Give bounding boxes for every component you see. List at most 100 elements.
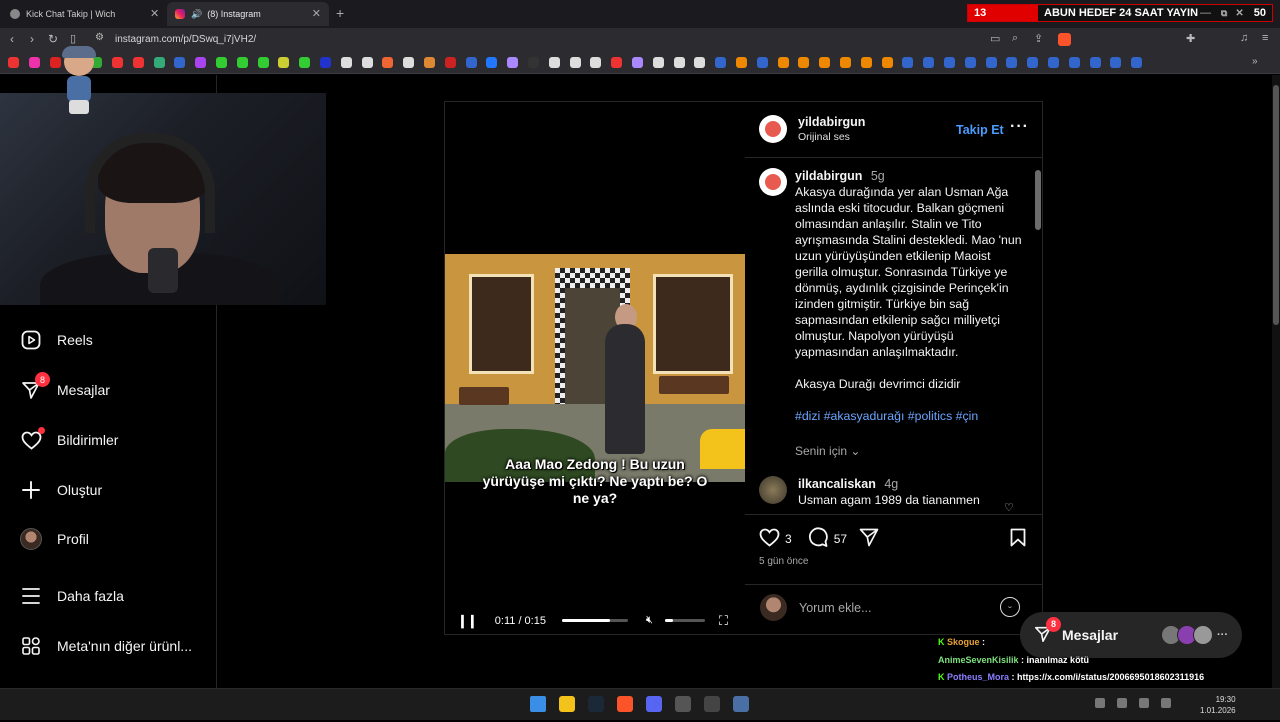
- audio-label[interactable]: Orijinal ses: [798, 131, 850, 143]
- tab-kick-chat[interactable]: Kick Chat Takip | Wich: [2, 2, 167, 26]
- bookmark-icon[interactable]: ▯: [70, 32, 76, 45]
- battery-icon[interactable]: [1161, 698, 1171, 708]
- close-icon[interactable]: ✕: [1235, 8, 1243, 19]
- like-icon[interactable]: [759, 528, 780, 550]
- sidebar-item-profile[interactable]: Profil: [20, 528, 89, 550]
- pause-icon[interactable]: ❙❙: [457, 613, 478, 629]
- discord-icon[interactable]: [646, 696, 662, 712]
- bookmark-favicon-icon[interactable]: [548, 57, 560, 68]
- page-scrollbar[interactable]: [1272, 75, 1280, 688]
- bookmark-favicon-icon[interactable]: [299, 57, 311, 68]
- bookmark-favicon-icon[interactable]: [590, 57, 602, 68]
- zoom-icon[interactable]: ⌕: [1012, 32, 1018, 45]
- bookmark-favicon-icon[interactable]: [216, 57, 227, 68]
- bookmark-favicon-icon[interactable]: [694, 57, 706, 68]
- sidebar-item-notifications[interactable]: Bildirimler: [20, 427, 118, 451]
- share-icon[interactable]: ⇪: [1034, 32, 1043, 45]
- bookmark-favicon-icon[interactable]: [403, 57, 415, 68]
- url-field[interactable]: instagram.com/p/DSwq_i7jVH2/: [115, 34, 256, 45]
- author-username[interactable]: yildabirgun: [798, 115, 865, 129]
- scrollbar-thumb[interactable]: [1035, 170, 1041, 230]
- bookmark-favicon-icon[interactable]: [424, 57, 435, 68]
- bookmark-favicon-icon[interactable]: [528, 57, 539, 68]
- close-tab-icon[interactable]: ✕: [150, 7, 159, 20]
- bookmark-favicon-icon[interactable]: [320, 57, 331, 68]
- sidebar-item-meta-products[interactable]: Meta'nın diğer ürünl...: [20, 635, 192, 657]
- extensions-icon[interactable]: ✚: [1186, 32, 1195, 45]
- commenter-avatar[interactable]: [759, 476, 787, 504]
- bookmark-favicon-icon[interactable]: [736, 57, 747, 68]
- file-explorer-icon[interactable]: [559, 696, 575, 712]
- bookmark-favicon-icon[interactable]: [153, 57, 165, 68]
- bookmark-favicon-icon[interactable]: [236, 57, 248, 68]
- bookmark-favicon-icon[interactable]: [382, 57, 394, 68]
- tab-instagram[interactable]: 🔊 (8) Instagram ✕: [167, 2, 329, 26]
- bookmark-favicon-icon[interactable]: [944, 57, 955, 68]
- bookmarks-overflow-icon[interactable]: »: [1252, 56, 1258, 67]
- caption-author[interactable]: yildabirgun: [795, 169, 862, 183]
- bookmark-favicon-icon[interactable]: [1048, 57, 1059, 68]
- site-info-icon[interactable]: ⚙: [95, 32, 104, 43]
- for-you-toggle[interactable]: Senin için ⌄: [795, 444, 860, 458]
- close-tab-icon[interactable]: ✕: [312, 7, 321, 20]
- bookmark-favicon-icon[interactable]: [1089, 57, 1101, 68]
- system-clock[interactable]: 19:30 1.01.2026: [1200, 694, 1236, 716]
- bookmark-favicon-icon[interactable]: [611, 57, 623, 68]
- bookmark-favicon-icon[interactable]: [1068, 57, 1080, 68]
- network-icon[interactable]: [1117, 698, 1127, 708]
- bookmark-favicon-icon[interactable]: [902, 57, 914, 68]
- bookmark-favicon-icon[interactable]: [132, 57, 144, 68]
- speaker-icon[interactable]: 🔊: [191, 9, 202, 20]
- bookmark-favicon-icon[interactable]: [1027, 57, 1039, 68]
- bookmark-favicon-icon[interactable]: [860, 57, 872, 68]
- save-icon[interactable]: [1010, 528, 1026, 552]
- reload-icon[interactable]: ↻: [48, 32, 58, 46]
- bookmark-favicon-icon[interactable]: [1006, 57, 1018, 68]
- bookmark-favicon-icon[interactable]: [361, 57, 373, 68]
- comment-count[interactable]: 57: [834, 532, 847, 546]
- sidebar-item-messages[interactable]: 8 Mesajlar: [20, 372, 110, 401]
- page-scrollbar-thumb[interactable]: [1273, 85, 1279, 325]
- brave-icon[interactable]: [617, 696, 633, 712]
- obs-icon[interactable]: [704, 696, 720, 712]
- bookmark-favicon-icon[interactable]: [486, 57, 498, 68]
- reel-video[interactable]: Aaa Mao Zedong ! Bu uzun yürüyüşe mi çık…: [445, 102, 745, 634]
- bookmark-favicon-icon[interactable]: [195, 57, 207, 68]
- brave-shield-icon[interactable]: [1058, 33, 1071, 46]
- bookmark-favicon-icon[interactable]: [985, 57, 997, 68]
- playlist-icon[interactable]: ♫: [1240, 32, 1248, 44]
- bookmark-favicon-icon[interactable]: [112, 57, 123, 68]
- sidebar-item-more[interactable]: Daha fazla: [20, 585, 124, 607]
- bookmark-favicon-icon[interactable]: [444, 57, 456, 68]
- follow-button[interactable]: Takip Et: [956, 123, 1004, 137]
- sidebar-item-create[interactable]: Oluştur: [20, 479, 102, 501]
- bookmark-favicon-icon[interactable]: [8, 57, 19, 68]
- steam-overlay-icon[interactable]: [733, 696, 749, 712]
- bookmark-favicon-icon[interactable]: [1110, 57, 1122, 68]
- bookmark-favicon-icon[interactable]: [715, 57, 727, 68]
- bookmark-favicon-icon[interactable]: [340, 57, 352, 68]
- caption-author-avatar[interactable]: [759, 168, 787, 196]
- bookmark-favicon-icon[interactable]: [257, 57, 269, 68]
- bookmark-favicon-icon[interactable]: [465, 57, 477, 68]
- bookmark-favicon-icon[interactable]: [174, 57, 186, 68]
- comment-input[interactable]: Yorum ekle...: [799, 601, 872, 615]
- bookmark-favicon-icon[interactable]: [798, 57, 810, 68]
- bookmark-favicon-icon[interactable]: [1131, 57, 1143, 68]
- bookmark-favicon-icon[interactable]: [569, 57, 581, 68]
- comment-author[interactable]: ilkancaliskan: [798, 477, 876, 491]
- comment-icon[interactable]: [807, 527, 828, 551]
- emoji-icon[interactable]: ᵕ: [1000, 597, 1020, 617]
- comments-scrollbar[interactable]: [1034, 160, 1042, 515]
- steam-icon[interactable]: [588, 696, 604, 712]
- chevron-up-icon[interactable]: [1095, 698, 1105, 708]
- bookmark-favicon-icon[interactable]: [964, 57, 976, 68]
- bookmark-favicon-icon[interactable]: [28, 57, 40, 68]
- forward-icon[interactable]: ›: [30, 32, 34, 46]
- like-count[interactable]: 3: [785, 532, 792, 546]
- bookmark-favicon-icon[interactable]: [673, 57, 685, 68]
- comment-like-icon[interactable]: ♡: [1004, 501, 1014, 514]
- sidebar-item-reels[interactable]: Reels: [20, 329, 93, 351]
- back-icon[interactable]: ‹: [10, 32, 14, 46]
- bookmark-favicon-icon[interactable]: [923, 57, 935, 68]
